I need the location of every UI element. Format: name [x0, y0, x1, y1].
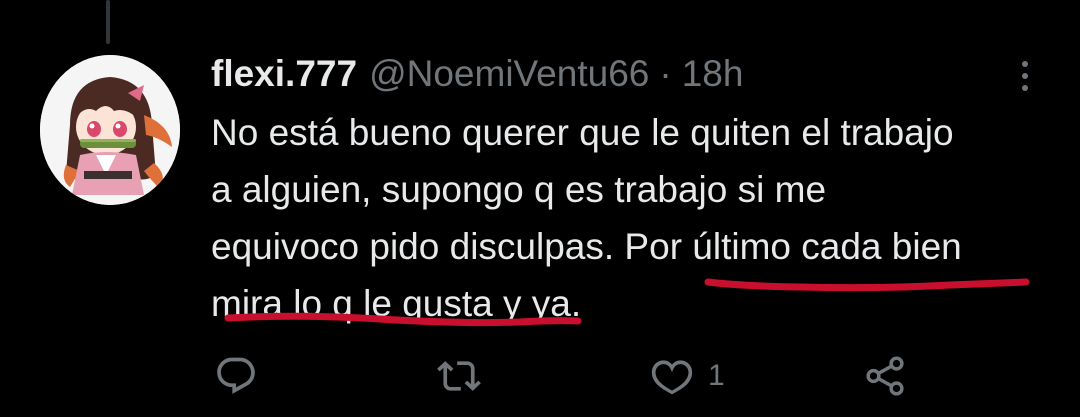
thread-connector-line [106, 0, 110, 44]
avatar[interactable] [40, 55, 180, 205]
avatar-image [40, 55, 180, 205]
like-count: 1 [708, 359, 725, 392]
more-vertical-icon[interactable] [1010, 56, 1040, 96]
reply-button[interactable] [214, 348, 258, 404]
share-button[interactable] [862, 348, 908, 404]
like-button[interactable]: 1 [650, 348, 725, 404]
separator-dot: · [659, 53, 672, 94]
retweet-button[interactable] [437, 348, 481, 404]
share-icon [862, 353, 908, 399]
tweet-text: No está bueno querer que le quiten el tr… [211, 104, 1061, 332]
tweet-text-line: a alguien, supongo q es trabajo si me [211, 169, 827, 210]
reply-icon [214, 354, 258, 398]
tweet-actions: 1 [0, 348, 1080, 404]
tweet-text-line: No está bueno querer que le quiten el tr… [211, 112, 954, 153]
tweet-header: flexi.777 @NoemiVentu66 · 18h [211, 50, 743, 98]
tweet-text-line: equivoco pido disculpas. Por último cada… [211, 226, 962, 267]
like-icon [650, 354, 694, 398]
retweet-icon [437, 354, 481, 398]
user-handle[interactable]: @NoemiVentu66 [369, 50, 649, 98]
timestamp[interactable]: 18h [682, 50, 744, 98]
display-name[interactable]: flexi.777 [211, 50, 357, 98]
tweet-text-line: mira lo q le gusta y ya. [211, 283, 582, 324]
